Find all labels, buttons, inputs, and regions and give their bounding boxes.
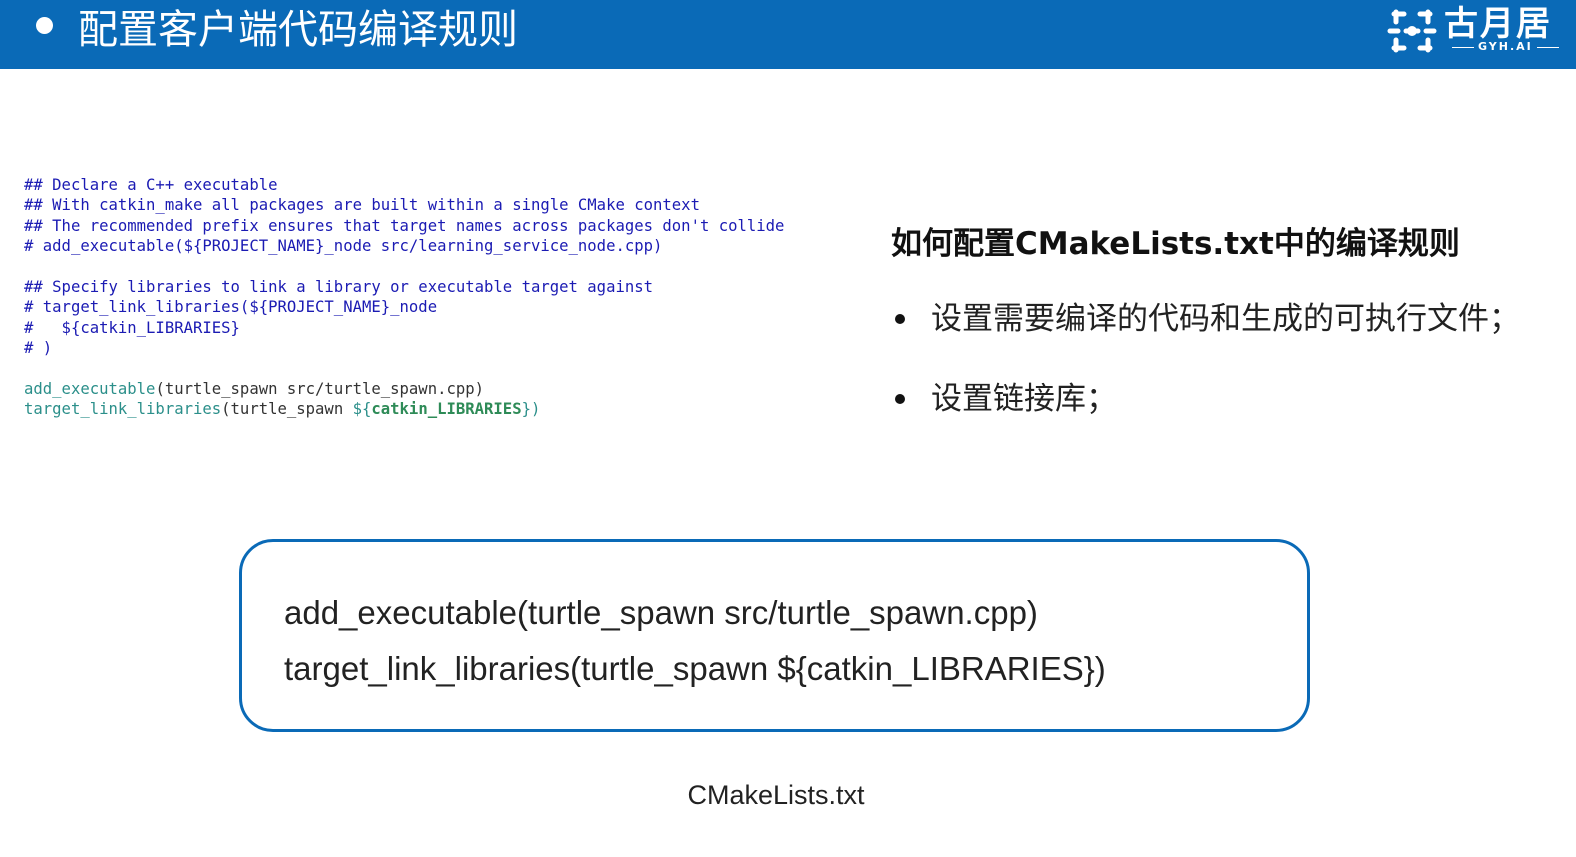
bullet-text: 设置链接库； <box>931 381 1117 417</box>
code-function-name: add_executable <box>24 379 156 398</box>
code-variable-close: }) <box>521 400 541 419</box>
code-arguments: (turtle_spawn src/turtle_spawn.cpp) <box>155 379 485 398</box>
section-heading: 如何配置CMakeLists.txt中的编译规则 <box>891 226 1460 262</box>
code-function-name: target_link_libraries <box>24 400 222 419</box>
box-code-line: add_executable(turtle_spawn src/turtle_s… <box>284 594 1038 631</box>
logo-mark-icon <box>1387 9 1437 53</box>
code-add-executable-line: add_executable(turtle_spawn src/turtle_s… <box>24 379 784 399</box>
code-comment-line: ## Specify libraries to link a library o… <box>24 277 654 296</box>
code-highlight-box: add_executable(turtle_spawn src/turtle_s… <box>239 539 1310 732</box>
code-comment-line: # ${catkin_LIBRARIES} <box>24 318 240 337</box>
box-code-line: target_link_libraries(turtle_spawn ${cat… <box>284 650 1106 687</box>
code-variable: catkin_LIBRARIES <box>371 400 522 419</box>
code-comment-line: ## The recommended prefix ensures that t… <box>24 216 785 235</box>
logo-subtext: GYH.AI <box>1448 40 1563 53</box>
code-arguments: (turtle_spawn <box>221 400 353 419</box>
bullet-item: 设置链接库； <box>891 377 1117 421</box>
code-variable-open: ${ <box>352 400 372 419</box>
code-comment-line: ## With catkin_make all packages are bui… <box>24 196 700 215</box>
bullet-dot-icon <box>895 313 905 324</box>
code-comment-line: # add_executable(${PROJECT_NAME}_node sr… <box>24 237 663 256</box>
logo: 古月居 GYH.AI <box>1386 2 1566 58</box>
code-comment-line: # target_link_libraries(${PROJECT_NAME}_… <box>24 298 438 317</box>
code-comment-line: ## Declare a C++ executable <box>24 176 278 194</box>
code-comment-line: # ) <box>24 339 53 358</box>
caption: CMakeLists.txt <box>687 780 865 810</box>
bullet-dot-icon <box>895 393 905 404</box>
header-bar: 配置客户端代码编译规则 古月居 GYH.AI <box>0 0 1576 69</box>
bullet-text: 设置需要编译的代码和生成的可执行文件； <box>931 301 1520 337</box>
page-title: 配置客户端代码编译规则 <box>78 7 518 53</box>
bullet-item: 设置需要编译的代码和生成的可执行文件； <box>891 297 1520 341</box>
code-link-libraries-line: target_link_libraries(turtle_spawn ${cat… <box>24 399 784 419</box>
bullet-icon <box>36 17 53 34</box>
code-block: ## Declare a C++ executable ## With catki… <box>24 175 784 420</box>
